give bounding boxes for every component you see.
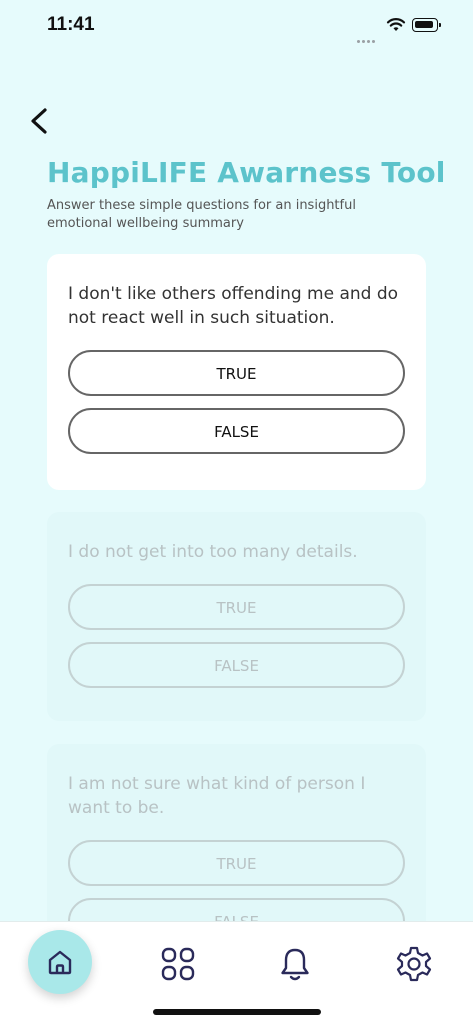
false-button[interactable]: FALSE: [68, 408, 405, 454]
question-text: I do not get into too many details.: [68, 542, 358, 562]
grid-icon[interactable]: [158, 944, 198, 984]
true-button[interactable]: TRUE: [68, 840, 405, 886]
gear-icon[interactable]: [394, 944, 434, 984]
question-text: I don't like others offending me and do …: [68, 284, 399, 328]
back-arrow-icon[interactable]: [26, 106, 54, 136]
false-button[interactable]: FALSE: [68, 642, 405, 688]
page-title: HappiLIFE Awarness Tool: [47, 156, 446, 189]
question-text: I am not sure what kind of person I want…: [68, 774, 366, 818]
question-card: I do not get into too many details. TRUE…: [47, 512, 426, 721]
nav-home-button[interactable]: [28, 930, 92, 994]
true-button[interactable]: TRUE: [68, 350, 405, 396]
true-button[interactable]: TRUE: [68, 584, 405, 630]
status-time: 11:41: [47, 14, 95, 35]
wifi-icon: [386, 18, 406, 31]
home-icon: [48, 950, 72, 975]
battery-icon: [412, 18, 441, 32]
status-bar: 11:41: [0, 0, 473, 52]
page-subtitle: Answer these simple questions for an ins…: [47, 198, 356, 231]
question-card: I don't like others offending me and do …: [47, 254, 426, 490]
cellular-signal-icon: [357, 28, 377, 47]
home-indicator: [153, 1009, 321, 1015]
bell-icon[interactable]: [275, 944, 315, 984]
